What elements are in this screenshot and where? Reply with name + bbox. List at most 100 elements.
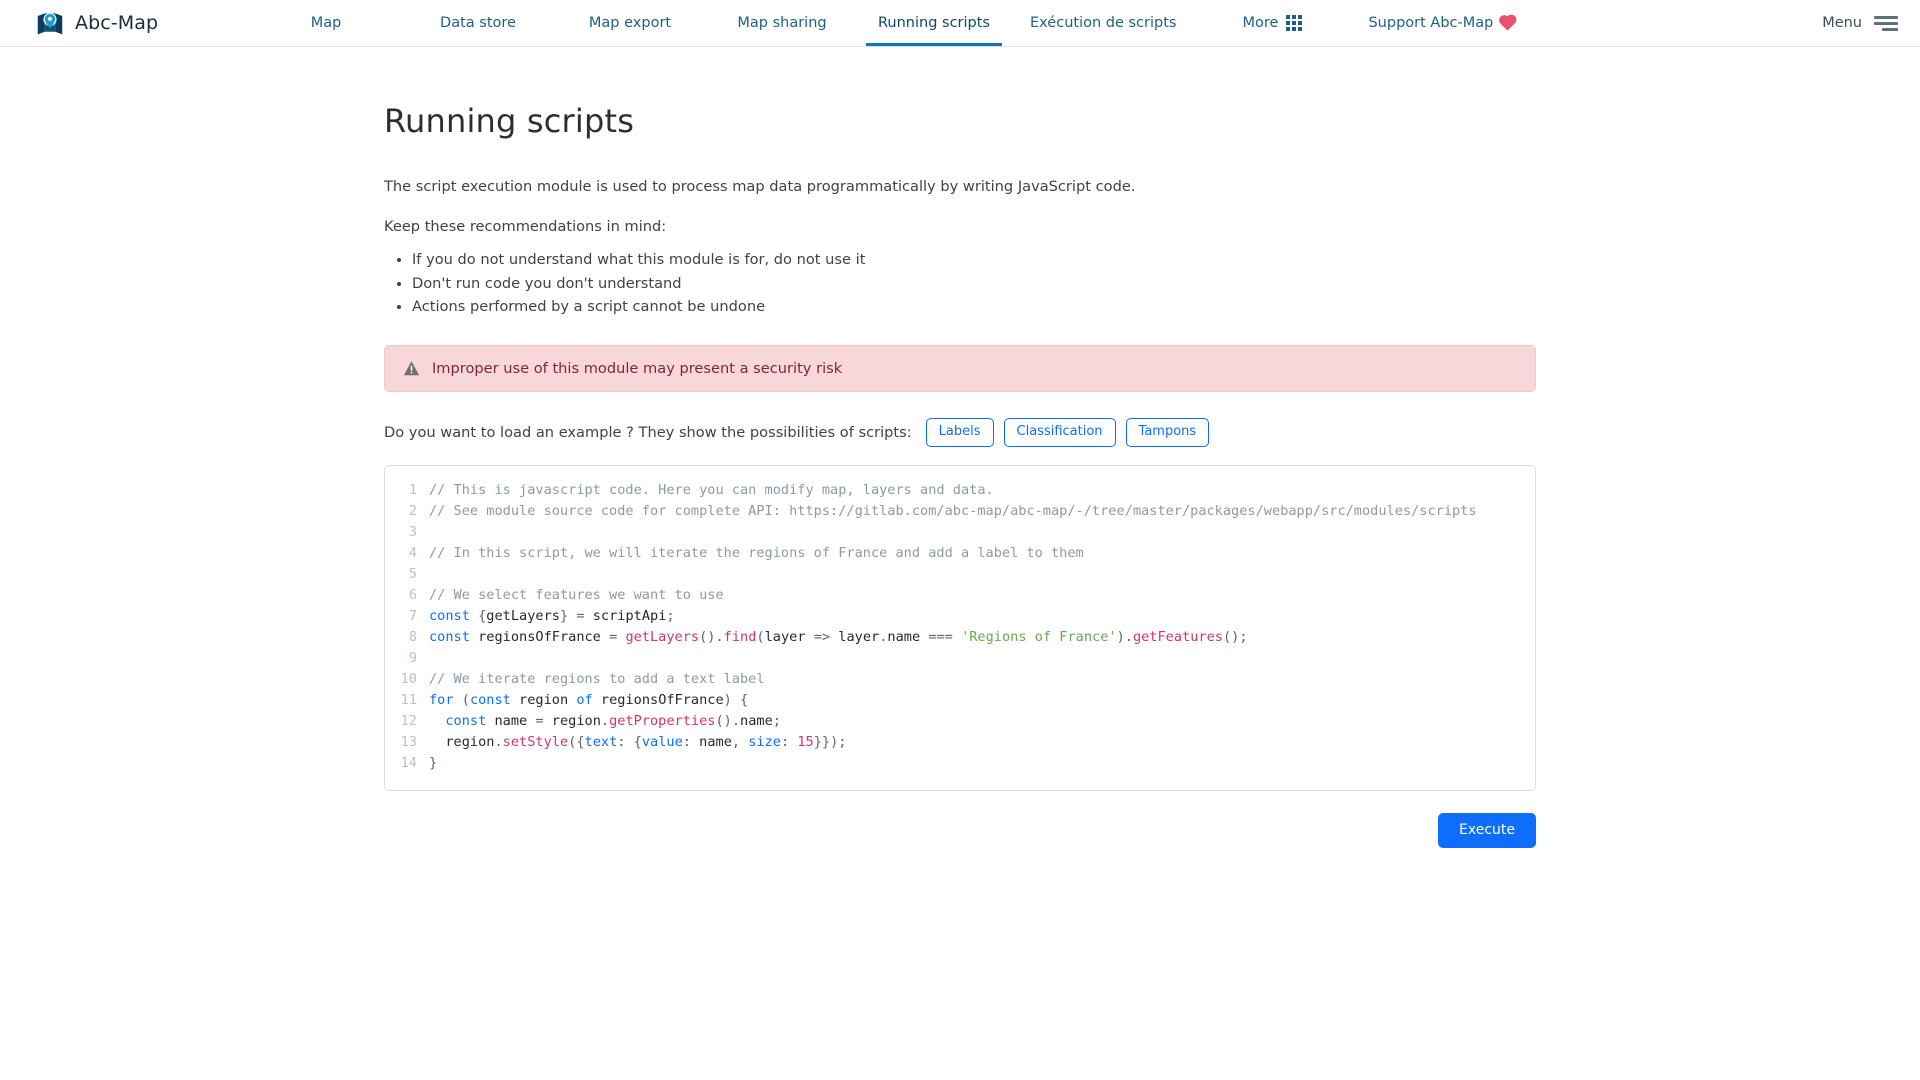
code-token: getFeatures: [1133, 629, 1223, 645]
code-token: // See module source code for complete A…: [429, 503, 1477, 519]
nav-link-map-sharing[interactable]: Map sharing: [706, 0, 858, 46]
editor-actions: Execute: [384, 813, 1536, 848]
example-classification-button[interactable]: Classification: [1004, 418, 1116, 447]
code-line[interactable]: 8const regionsOfFrance = getLayers().fin…: [385, 627, 1535, 648]
code-line[interactable]: 12 const name = region.getProperties().n…: [385, 711, 1535, 732]
examples-row: Do you want to load an example ? They sh…: [384, 418, 1536, 447]
code-token: [454, 692, 462, 708]
code-token: }: [560, 608, 568, 624]
code-token: 15: [797, 734, 813, 750]
list-item: Actions performed by a script cannot be …: [412, 296, 1536, 319]
code-line[interactable]: 5: [385, 564, 1535, 585]
code-text[interactable]: }: [429, 753, 437, 774]
code-line[interactable]: 14}: [385, 753, 1535, 774]
code-line[interactable]: 7const {getLayers} = scriptApi;: [385, 606, 1535, 627]
code-token: [953, 629, 961, 645]
nav-link-running-scripts[interactable]: Running scripts: [858, 0, 1010, 46]
code-token: of: [576, 692, 592, 708]
code-line[interactable]: 2// See module source code for complete …: [385, 501, 1535, 522]
hamburger-icon[interactable]: [1874, 16, 1898, 31]
line-number: 14: [385, 753, 429, 774]
code-token: [625, 734, 633, 750]
heart-icon: [1501, 16, 1515, 30]
code-line[interactable]: 10// We iterate regions to add a text la…: [385, 669, 1535, 690]
nav-link-execution-de-scripts[interactable]: Exécution de scripts: [1010, 0, 1196, 46]
nav-link-label: Map sharing: [737, 15, 826, 31]
code-token: .: [1125, 629, 1133, 645]
brand[interactable]: Abc-Map: [0, 0, 250, 46]
nav-link-support[interactable]: Support Abc-Map: [1348, 0, 1534, 46]
code-token: region: [429, 734, 494, 750]
line-number: 12: [385, 711, 429, 732]
code-token: }});: [814, 734, 847, 750]
code-text[interactable]: const {getLayers} = scriptApi;: [429, 606, 675, 627]
menu-label: Menu: [1822, 15, 1862, 31]
code-token: name: [486, 713, 535, 729]
code-token: ;: [773, 713, 781, 729]
example-labels-button[interactable]: Labels: [926, 418, 994, 447]
list-item: Don't run code you don't understand: [412, 273, 1536, 296]
code-line[interactable]: 3: [385, 522, 1535, 543]
code-token: const: [470, 692, 511, 708]
alert-text: Improper use of this module may present …: [432, 360, 842, 377]
code-text[interactable]: const name = region.getProperties().name…: [429, 711, 781, 732]
nav-right: Menu: [1822, 0, 1920, 46]
examples-label: Do you want to load an example ? They sh…: [384, 424, 912, 441]
code-token: =: [535, 713, 543, 729]
line-number: 1: [385, 480, 429, 501]
code-text[interactable]: // In this script, we will iterate the r…: [429, 543, 1084, 564]
code-token: .: [715, 629, 723, 645]
code-editor[interactable]: 1// This is javascript code. Here you ca…: [384, 465, 1536, 791]
code-token: const: [429, 608, 470, 624]
code-token: // In this script, we will iterate the r…: [429, 545, 1084, 561]
line-number: 9: [385, 648, 429, 669]
code-token: find: [724, 629, 757, 645]
code-token: region: [544, 713, 601, 729]
code-line[interactable]: 13 region.setStyle({text: {value: name, …: [385, 732, 1535, 753]
code-token: layer: [765, 629, 814, 645]
code-token: ;: [666, 608, 674, 624]
code-line[interactable]: 9: [385, 648, 1535, 669]
code-token: 'Regions of France': [961, 629, 1117, 645]
code-token: layer: [830, 629, 879, 645]
code-text[interactable]: region.setStyle({text: {value: name, siz…: [429, 732, 847, 753]
example-tampons-button[interactable]: Tampons: [1126, 418, 1210, 447]
nav-link-map[interactable]: Map: [250, 0, 402, 46]
code-line[interactable]: 1// This is javascript code. Here you ca…: [385, 480, 1535, 501]
code-token: scriptApi: [585, 608, 667, 624]
code-token: name: [887, 629, 928, 645]
code-text[interactable]: // This is javascript code. Here you can…: [429, 480, 994, 501]
nav-link-more[interactable]: More: [1196, 0, 1348, 46]
code-token: =>: [814, 629, 830, 645]
code-token: // This is javascript code. Here you can…: [429, 482, 994, 498]
code-token: const: [429, 629, 470, 645]
code-text[interactable]: // We select features we want to use: [429, 585, 724, 606]
code-line[interactable]: 6// We select features we want to use: [385, 585, 1535, 606]
nav-link-data-store[interactable]: Data store: [402, 0, 554, 46]
code-text[interactable]: // We iterate regions to add a text labe…: [429, 669, 765, 690]
code-token: ();: [1223, 629, 1248, 645]
code-line[interactable]: 11for (const region of regionsOfFrance) …: [385, 690, 1535, 711]
code-editor-body[interactable]: 1// This is javascript code. Here you ca…: [385, 480, 1535, 774]
recommendations-heading: Keep these recommendations in mind:: [384, 218, 1536, 235]
code-token: .: [601, 713, 609, 729]
support-label: Support Abc-Map: [1368, 15, 1493, 31]
map-pin-logo-icon: [36, 9, 64, 37]
execute-button[interactable]: Execute: [1438, 813, 1536, 848]
code-token: for: [429, 692, 454, 708]
code-text[interactable]: const regionsOfFrance = getLayers().find…: [429, 627, 1248, 648]
code-text[interactable]: // See module source code for complete A…: [429, 501, 1477, 522]
code-text[interactable]: for (const region of regionsOfFrance) {: [429, 690, 748, 711]
code-token: (): [715, 713, 731, 729]
grid-apps-icon: [1286, 15, 1302, 31]
code-token: ): [724, 692, 732, 708]
nav-links: Map Data store Map export Map sharing Ru…: [250, 0, 1534, 46]
code-token: getLayers: [625, 629, 699, 645]
nav-link-map-export[interactable]: Map export: [554, 0, 706, 46]
code-line[interactable]: 4// In this script, we will iterate the …: [385, 543, 1535, 564]
code-token: setStyle: [503, 734, 568, 750]
code-token: const: [445, 713, 486, 729]
code-token: [732, 692, 740, 708]
code-token: ,: [732, 734, 740, 750]
code-token: name: [691, 734, 732, 750]
